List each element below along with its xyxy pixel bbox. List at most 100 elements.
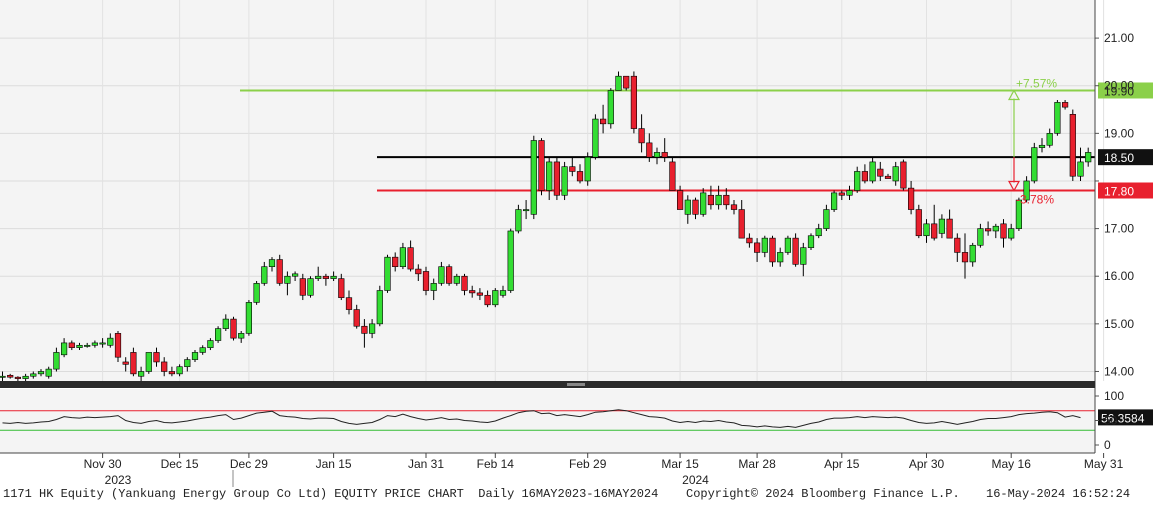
candle-body [777,252,784,263]
candle-body [415,268,422,275]
candle-body [792,237,799,265]
candle-body [892,166,899,182]
candle-body [430,283,437,291]
candle-body [445,266,453,284]
candle-body [438,266,445,284]
candle-body [954,237,961,253]
candle-body [561,166,568,196]
candle-body [330,275,337,279]
y-tick-label: 14.00 [1104,364,1134,378]
candle-body [376,290,383,325]
candle-body [653,152,661,158]
candle-body [907,187,915,210]
candle-body [245,302,253,334]
pane-divider-grip[interactable] [567,383,585,386]
candle-body [854,171,861,191]
candle-body [569,166,576,172]
rsi-plot-area [0,389,1095,453]
candle-body [45,368,52,377]
candle-body [769,237,776,263]
candle-body [700,192,707,215]
x-tick-label: Apr 15 [824,457,860,471]
candle-body [492,290,499,306]
x-tick-label: Jan 15 [316,457,352,471]
year-label: 2024 [682,473,709,487]
candle-body [176,366,183,375]
candle-body [407,247,414,270]
candle-body [507,230,514,291]
candle-body [145,352,152,372]
candle-body [1008,228,1015,239]
candle-body [915,209,922,237]
candle-body [268,259,276,267]
candle-body [191,352,199,360]
candle-body [746,237,753,244]
upside-percent: +7.57% [1016,76,1057,90]
year-label: 2023 [105,473,132,487]
candle-body [661,152,668,158]
candle-body [114,333,122,358]
candle-body [184,359,191,368]
candle-body [807,235,815,248]
candle-body [984,228,992,232]
candle-body [623,75,630,89]
candle-body [84,344,91,347]
pane-divider[interactable] [0,381,1095,388]
candle-body [946,218,953,239]
candle-body [692,199,699,215]
candle-body [1062,102,1069,108]
x-tick-label: May 31 [1084,457,1124,471]
candle-body [76,344,83,348]
candle-body [931,223,938,239]
candle-body [199,347,206,353]
timestamp: 16-May-2024 16:52:24 [986,487,1131,501]
candle-body [546,161,553,191]
candle-body [276,259,283,284]
candle-body [345,297,353,310]
candle-body [553,161,560,196]
candle-body [784,237,791,253]
candle-body [14,376,21,379]
candle-body [307,278,314,296]
x-tick-label: May 16 [992,457,1032,471]
candle-body [515,209,522,232]
candle-body [384,256,391,291]
candle-body [823,209,830,229]
candle-body [1031,147,1038,182]
candle-body [538,140,545,191]
candle-body [91,342,98,346]
candle-body [30,373,37,377]
candle-body [522,209,530,212]
candle-body [846,190,853,196]
x-tick-label: Jan 31 [408,457,444,471]
x-tick-label: Dec 29 [230,457,268,471]
candle-body [730,204,738,210]
candle-body [60,342,68,356]
candle-body [615,75,622,91]
candle-body [107,337,114,346]
candle-body [861,171,868,182]
candle-body [7,374,14,378]
candle-body [646,142,653,158]
candle-body [315,275,322,279]
candle-body [299,278,306,296]
candle-body [138,371,145,377]
candle-body [607,90,614,125]
candle-body [761,237,768,253]
candle-body [153,352,160,363]
candle-body [99,342,106,345]
candle-body [37,371,45,375]
candle-body [230,318,237,339]
candle-body [215,328,222,341]
y-tick-label: 16.00 [1104,269,1134,283]
candle-body [638,128,645,144]
equity-price-chart: 19.9018.5017.80 +7.57%-3.78% 56.3584 14.… [0,0,1153,487]
candle-body [938,218,945,234]
y-tick-label: 17.00 [1104,222,1134,236]
y-tick-label: 21.00 [1104,31,1134,45]
y-tick-label: 15.00 [1104,317,1134,331]
candle-body [1046,133,1053,146]
candle-body [353,309,360,327]
candle-body [753,242,761,253]
x-tick-label: Feb 29 [569,457,607,471]
